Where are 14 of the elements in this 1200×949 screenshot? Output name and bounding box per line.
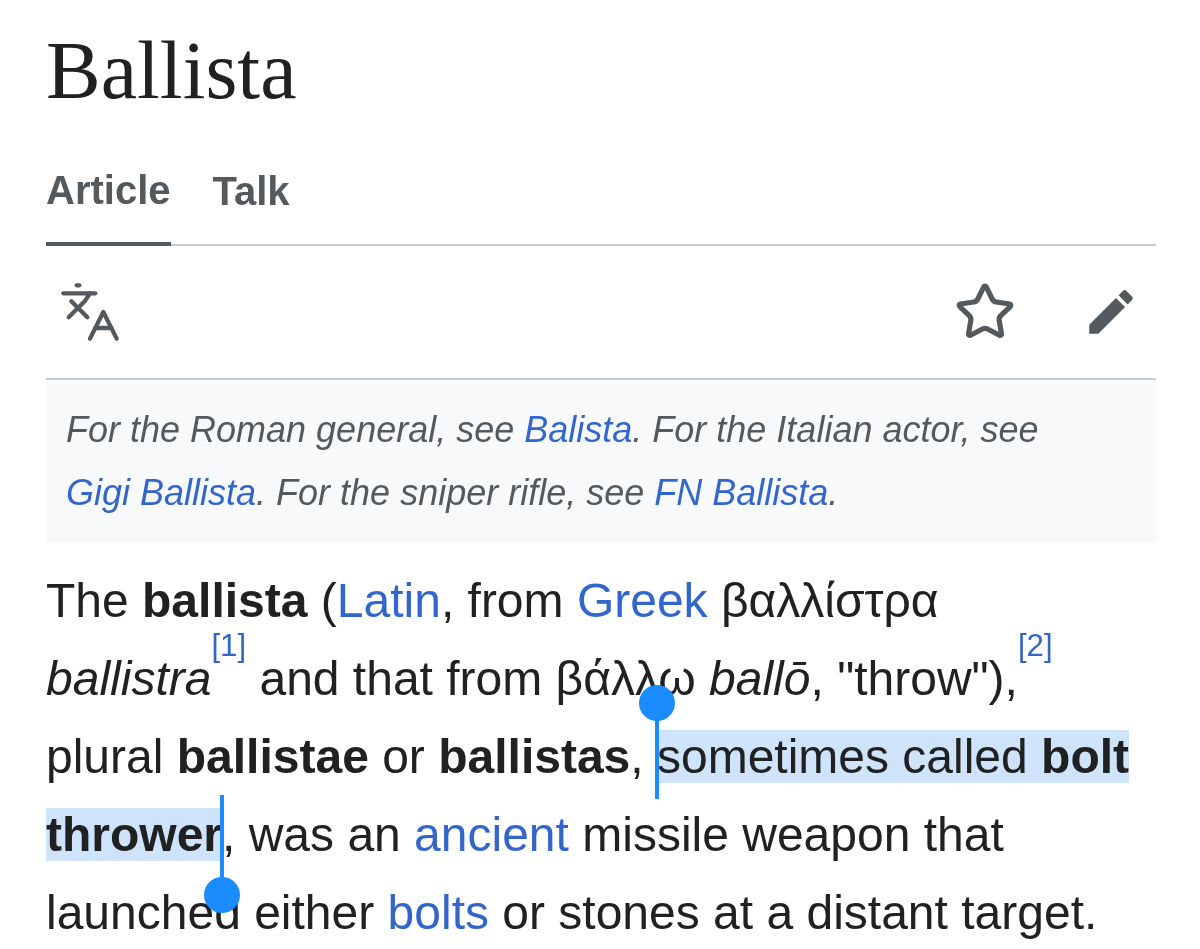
- link[interactable]: ancient: [414, 808, 569, 861]
- link[interactable]: Greek: [576, 574, 708, 627]
- translate-icon[interactable]: [58, 280, 122, 344]
- tab[interactable]: Talk: [212, 160, 290, 244]
- hatnote: For the Roman general, see Balista. For the Italian actor, see Gigi Ballista. For the sniper rifle, see FN Ballista.: [66, 408, 1040, 515]
- link[interactable]: FN Ballista: [654, 472, 829, 513]
- link[interactable]: Balista: [524, 409, 633, 450]
- link[interactable]: Latin: [336, 574, 441, 627]
- page-title: Ballista: [46, 24, 298, 118]
- link[interactable]: Gigi Ballista: [66, 472, 257, 513]
- link[interactable]: bolts: [387, 886, 489, 939]
- tab[interactable]: Article: [46, 160, 171, 246]
- reference-link[interactable]: [1]: [211, 628, 247, 663]
- reference-link[interactable]: [2]: [1017, 628, 1053, 663]
